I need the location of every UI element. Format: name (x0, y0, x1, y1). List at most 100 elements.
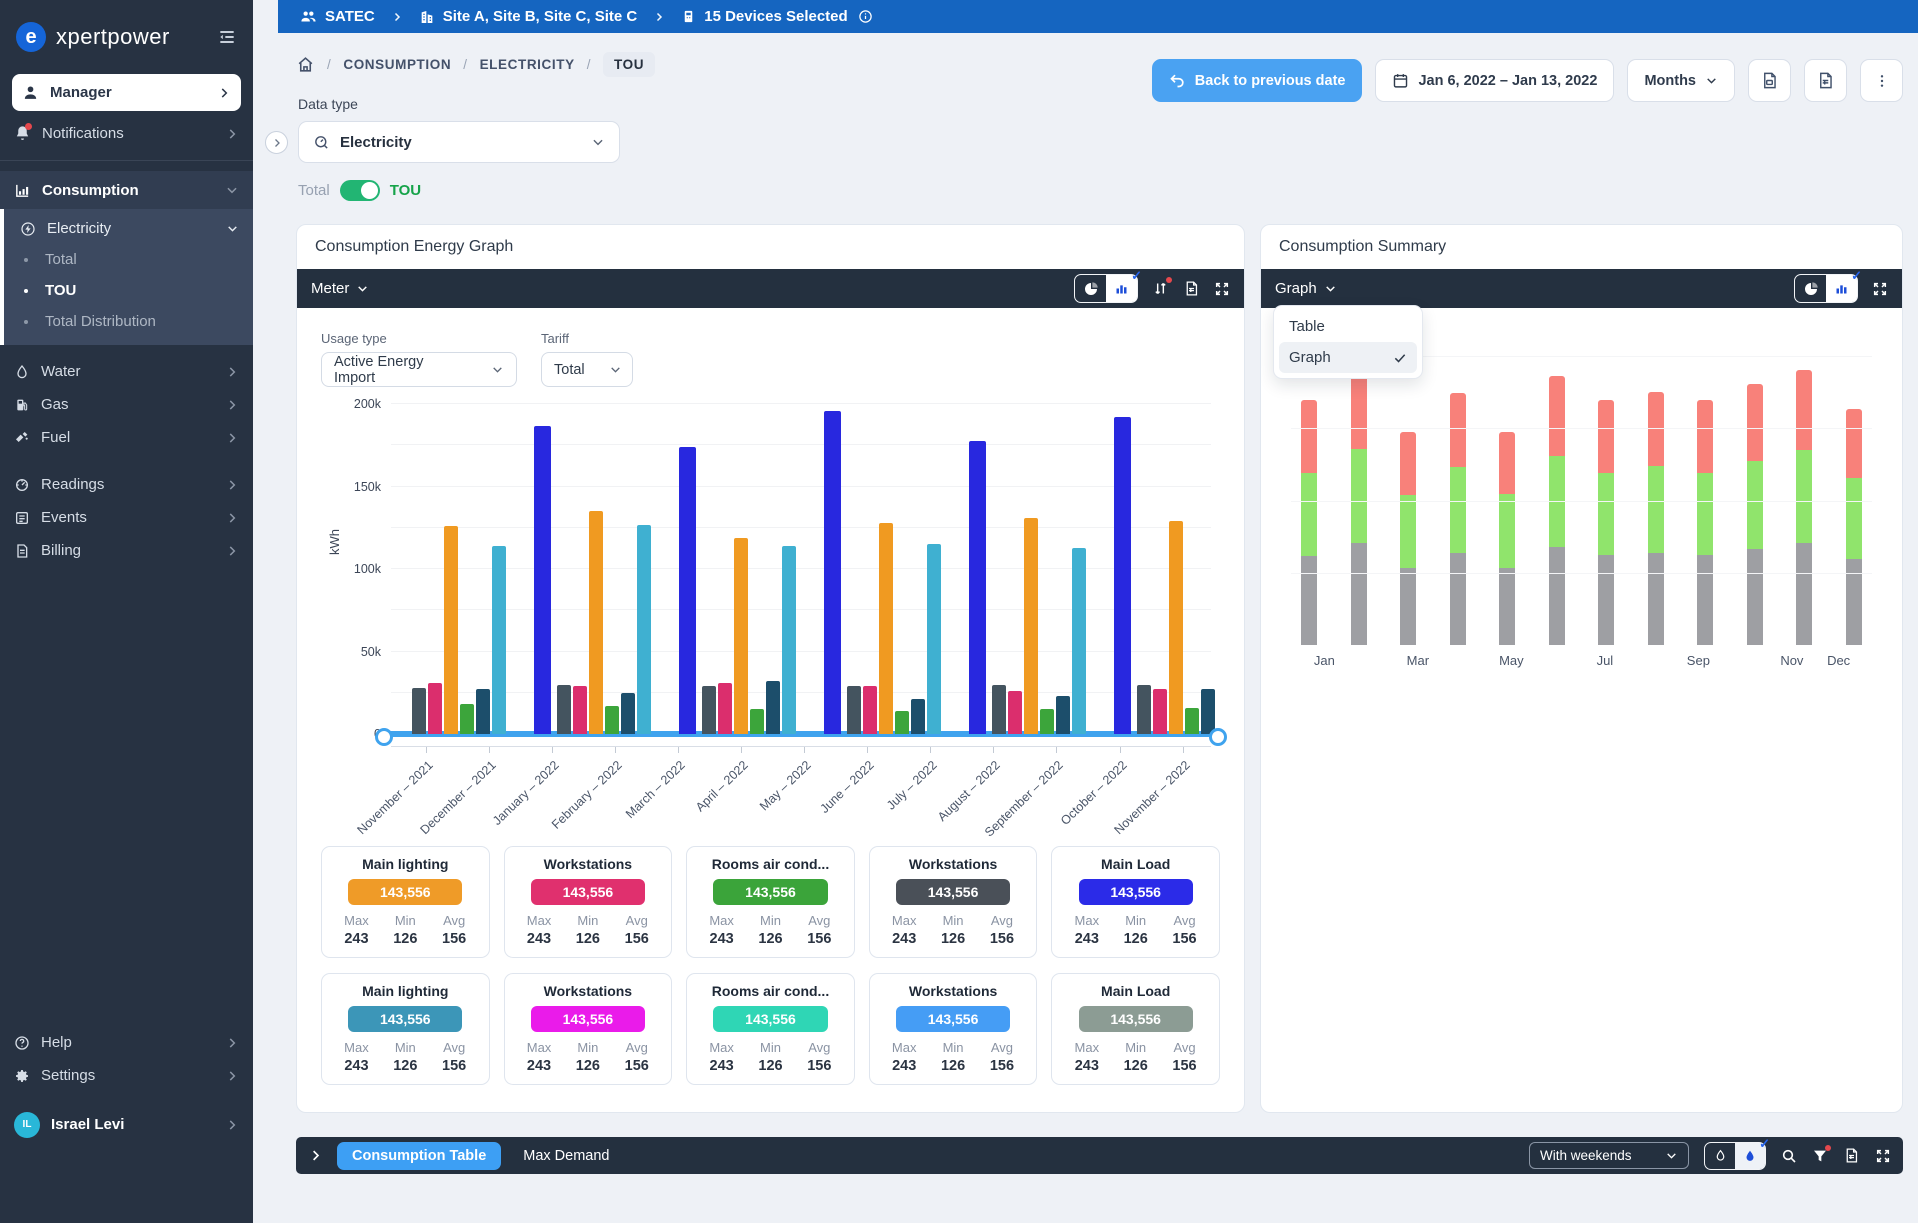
bar[interactable] (621, 693, 635, 734)
fullscreen-icon-button[interactable] (1214, 281, 1230, 297)
bar[interactable] (1024, 518, 1038, 734)
bar[interactable] (969, 441, 986, 734)
meter-card[interactable]: Rooms air cond...143,556Max243Min126Avg1… (686, 846, 855, 958)
bar[interactable] (750, 709, 764, 734)
bar[interactable] (782, 546, 796, 734)
bar[interactable] (589, 511, 603, 734)
bar[interactable] (879, 523, 893, 734)
sidebar-item-gas[interactable]: Gas (0, 388, 253, 421)
site-group[interactable]: SATEC (300, 8, 375, 25)
bar[interactable] (992, 685, 1006, 734)
export-xls-icon-button[interactable] (1183, 280, 1200, 297)
devices-selector[interactable]: 15 Devices Selected (681, 8, 847, 25)
sidebar-item-manager[interactable]: Manager (12, 74, 241, 111)
stacked-bar[interactable] (1747, 384, 1763, 645)
bar[interactable] (847, 686, 861, 734)
range-slider-handle-left[interactable] (375, 728, 393, 746)
bar[interactable] (895, 711, 909, 734)
meter-card[interactable]: Main lighting143,556Max243Min126Avg156 (321, 846, 490, 958)
stacked-bar[interactable] (1301, 400, 1317, 645)
data-type-select[interactable]: Electricity (298, 121, 620, 163)
sidebar-item-tou[interactable]: TOU (4, 275, 253, 306)
bar[interactable] (460, 704, 474, 734)
export-pdf-button[interactable] (1748, 59, 1791, 102)
search-icon-button[interactable] (1781, 1148, 1797, 1164)
sidebar-item-fuel[interactable]: Fuel (0, 421, 253, 454)
sidebar-collapse-icon[interactable] (217, 27, 237, 47)
sidebar-item-notifications[interactable]: Notifications (0, 117, 253, 150)
bar[interactable] (1072, 548, 1086, 734)
weekends-select[interactable]: With weekends (1529, 1142, 1689, 1169)
info-icon[interactable] (858, 9, 873, 24)
home-icon[interactable] (296, 55, 315, 74)
filter-icon-button[interactable] (1812, 1148, 1828, 1164)
export-xls-icon-button[interactable] (1843, 1147, 1860, 1164)
stacked-bar[interactable] (1450, 393, 1466, 645)
menu-item-graph[interactable]: Graph (1279, 342, 1417, 373)
bar[interactable] (573, 686, 587, 734)
usage-type-select[interactable]: Active Energy Import (321, 352, 517, 387)
consumption-table-tab[interactable]: Consumption Table (337, 1142, 501, 1170)
range-slider-handle-right[interactable] (1209, 728, 1227, 746)
view-mode-dropdown[interactable]: Graph (1275, 280, 1337, 297)
sidebar-item-consumption[interactable]: Consumption (0, 171, 253, 209)
meter-card[interactable]: Main Load143,556Max243Min126Avg156 (1051, 846, 1220, 958)
sidebar-item-water[interactable]: Water (0, 355, 253, 388)
sidebar-item-total[interactable]: Total (4, 244, 253, 275)
bar[interactable] (492, 546, 506, 734)
drop-outline-toggle-button[interactable] (1705, 1143, 1735, 1169)
max-demand-tab[interactable]: Max Demand (523, 1148, 609, 1164)
panel-expand-button[interactable] (265, 131, 288, 154)
bar[interactable] (679, 447, 696, 734)
bar[interactable] (412, 688, 426, 734)
breadcrumb-consumption[interactable]: CONSUMPTION (343, 57, 451, 72)
bar[interactable] (637, 525, 651, 734)
sidebar-item-electricity[interactable]: Electricity (4, 213, 253, 244)
fullscreen-icon-button[interactable] (1872, 281, 1888, 297)
expand-table-chevron[interactable] (308, 1148, 323, 1163)
breadcrumb-tou[interactable]: TOU (603, 52, 655, 77)
bar[interactable] (1169, 521, 1183, 734)
bar[interactable] (766, 681, 780, 734)
bar[interactable] (476, 689, 490, 734)
bar[interactable] (1114, 417, 1131, 734)
bar[interactable] (1185, 708, 1199, 734)
sidebar-item-total-distribution[interactable]: Total Distribution (4, 306, 253, 337)
bar[interactable] (534, 426, 551, 734)
fullscreen-icon-button[interactable] (1875, 1148, 1891, 1164)
stacked-bar[interactable] (1648, 392, 1664, 645)
custom-sort-button[interactable] (1152, 280, 1169, 297)
interval-select[interactable]: Months (1627, 59, 1735, 102)
bar[interactable] (1137, 685, 1151, 734)
menu-item-table[interactable]: Table (1279, 311, 1417, 342)
meter-card[interactable]: Workstations143,556Max243Min126Avg156 (504, 973, 673, 1085)
sidebar-item-readings[interactable]: Readings (0, 468, 253, 501)
stacked-bar[interactable] (1846, 409, 1862, 645)
meter-card[interactable]: Workstations143,556Max243Min126Avg156 (869, 973, 1038, 1085)
sidebar-item-events[interactable]: Events (0, 501, 253, 534)
tariff-select[interactable]: Total (541, 352, 633, 387)
sidebar-item-billing[interactable]: Billing (0, 534, 253, 567)
export-xls-button[interactable] (1804, 59, 1847, 102)
user-menu[interactable]: IL Israel Levi (0, 1108, 253, 1141)
bar[interactable] (927, 544, 941, 734)
pie-chart-toggle-button[interactable] (1075, 275, 1106, 302)
meter-card[interactable]: Main Load143,556Max243Min126Avg156 (1051, 973, 1220, 1085)
stacked-bar[interactable] (1400, 432, 1416, 645)
bar[interactable] (718, 683, 732, 734)
meter-card[interactable]: Workstations143,556Max243Min126Avg156 (504, 846, 673, 958)
stacked-bar[interactable] (1598, 400, 1614, 645)
bar[interactable] (444, 526, 458, 734)
meter-card[interactable]: Main lighting143,556Max243Min126Avg156 (321, 973, 490, 1085)
stacked-bar[interactable] (1499, 432, 1515, 645)
bar[interactable] (428, 683, 442, 734)
bar[interactable] (1056, 696, 1070, 734)
bar[interactable] (911, 699, 925, 734)
date-range-button[interactable]: Jan 6, 2022 – Jan 13, 2022 (1375, 59, 1614, 102)
bar[interactable] (1153, 689, 1167, 734)
bar[interactable] (863, 686, 877, 734)
stacked-bar[interactable] (1796, 370, 1812, 645)
sites-selector[interactable]: Site A, Site B, Site C, Site C (419, 8, 638, 25)
bar[interactable] (702, 686, 716, 734)
stacked-bar[interactable] (1697, 400, 1713, 645)
